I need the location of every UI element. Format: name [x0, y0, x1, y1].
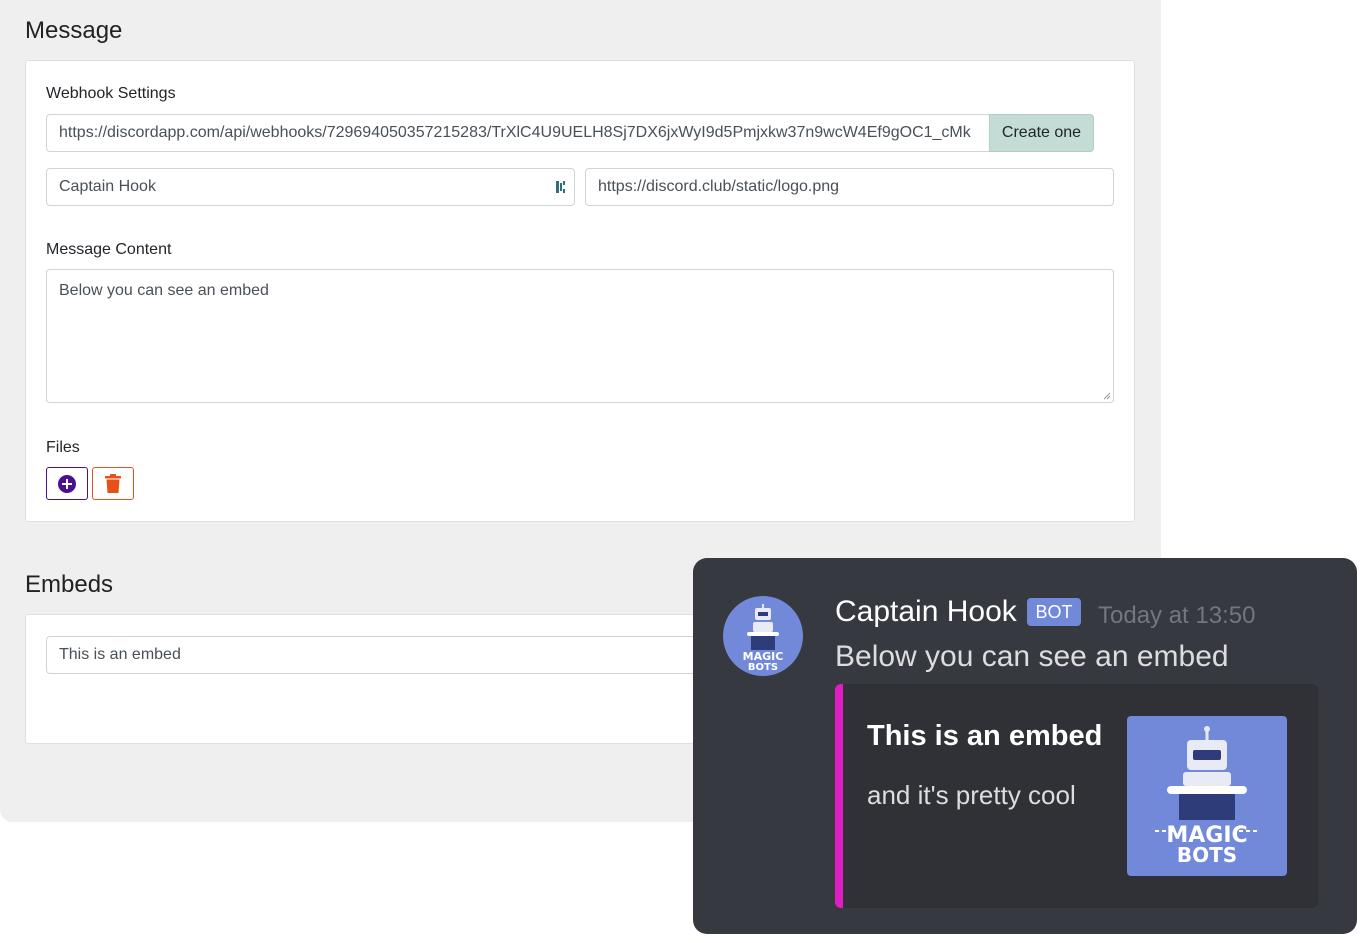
embed-color-bar	[835, 684, 843, 908]
avatar: MAGIC BOTS	[723, 596, 803, 676]
add-file-button[interactable]	[46, 467, 88, 500]
embeds-section-title: Embeds	[25, 571, 114, 598]
username-value: Captain Hook	[59, 178, 156, 195]
message-card: Webhook Settings https://discordapp.com/…	[25, 60, 1135, 522]
avatar-url-input[interactable]: https://discord.club/static/logo.png	[585, 168, 1114, 206]
webhook-url-value: https://discordapp.com/api/webhooks/7296…	[59, 124, 971, 141]
trash-icon	[105, 474, 121, 493]
create-webhook-button[interactable]: Create one	[989, 114, 1094, 152]
files-label: Files	[46, 439, 80, 456]
password-manager-icon[interactable]	[554, 179, 568, 200]
resize-grip-icon[interactable]	[1103, 392, 1111, 400]
username-input[interactable]: Captain Hook	[46, 168, 575, 206]
message-section-title: Message	[25, 17, 123, 44]
preview-timestamp: Today at 13:50	[1098, 602, 1256, 629]
webhook-url-input[interactable]: https://discordapp.com/api/webhooks/7296…	[46, 114, 990, 152]
embed-title-input-value: This is an embed	[59, 646, 181, 663]
thumb-logo-text-2: BOTS	[1177, 843, 1237, 867]
message-content-label: Message Content	[46, 241, 172, 258]
message-content-value: Below you can see an embed	[59, 282, 269, 299]
embed-title: This is an embed	[867, 720, 1103, 752]
magic-bots-logo: MAGIC BOTS	[743, 604, 783, 673]
preview-embed: This is an embed and it's pretty cool MA…	[835, 684, 1318, 908]
preview-message-content: Below you can see an embed	[835, 640, 1229, 673]
delete-files-button[interactable]	[92, 467, 134, 500]
embed-thumbnail: MAGIC BOTS	[1127, 716, 1287, 876]
embed-description: and it's pretty cool	[867, 780, 1076, 810]
discord-preview: MAGIC BOTS Captain Hook BOT Today at 13:…	[693, 558, 1357, 934]
message-content-textarea[interactable]: Below you can see an embed	[46, 269, 1114, 403]
preview-author-name: Captain Hook	[835, 595, 1017, 628]
magic-bots-logo-large: MAGIC BOTS	[1155, 726, 1259, 867]
plus-circle-icon	[58, 474, 76, 493]
avatar-logo-text-2: BOTS	[748, 662, 778, 673]
bot-badge: BOT	[1027, 598, 1081, 626]
avatar-url-value: https://discord.club/static/logo.png	[598, 178, 840, 195]
webhook-settings-label: Webhook Settings	[46, 85, 176, 102]
